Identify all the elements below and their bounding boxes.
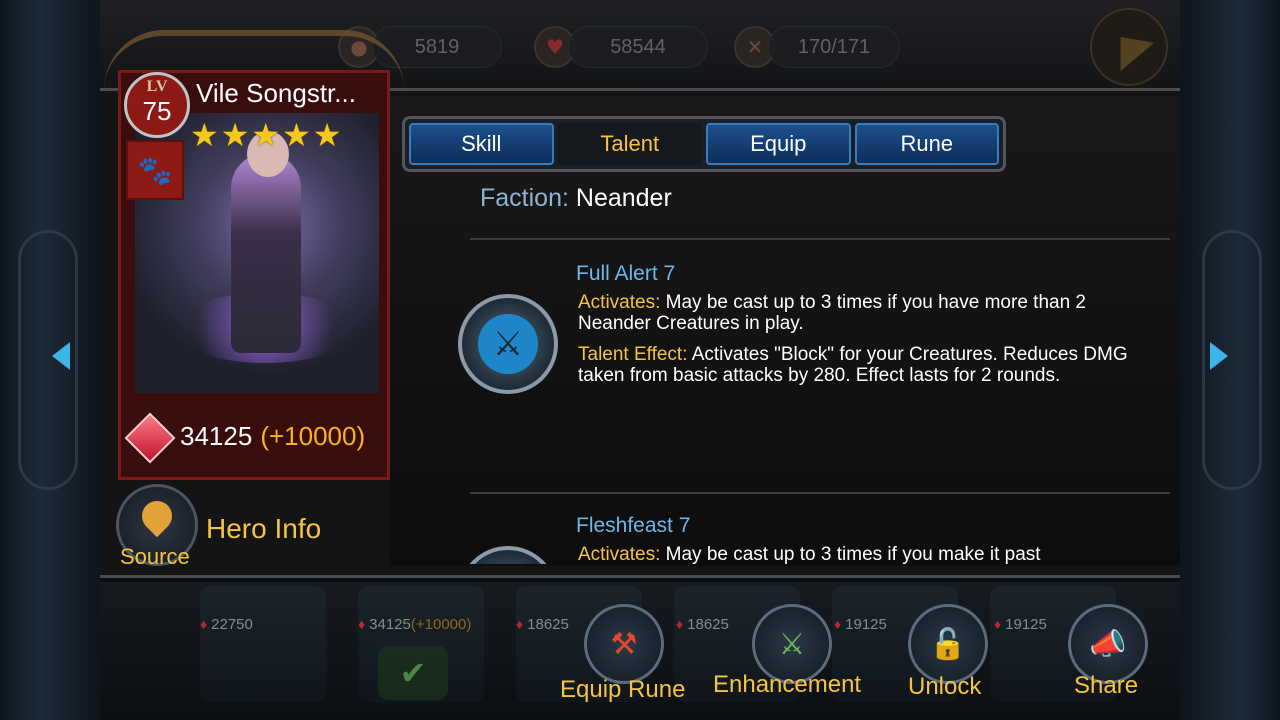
talent-title: Fleshfeast 7	[576, 514, 691, 537]
share-label[interactable]: Share	[1074, 672, 1138, 700]
capacity-stat: 170/171	[768, 26, 900, 68]
gem-icon: ♦	[200, 616, 208, 632]
map-pin-icon	[135, 494, 179, 538]
level-badge: LV 75	[124, 72, 190, 138]
hero-name: Vile Songstr...	[196, 78, 356, 108]
right-frame	[1180, 0, 1280, 720]
slot-power: ♦ 22750	[200, 616, 253, 633]
power-value: 34125	[180, 420, 253, 451]
prev-hero-arrow-icon[interactable]	[52, 342, 70, 370]
divider	[470, 492, 1170, 494]
gem-icon: ♦	[834, 616, 842, 632]
hammer-icon: ⚒	[610, 626, 638, 662]
gem-icon	[128, 418, 172, 454]
star-icon: ★	[251, 116, 281, 154]
talent-title: Full Alert 7	[576, 262, 676, 285]
talent-activates: Activates: May be cast up to 3 times if …	[578, 292, 1086, 334]
tab-rune[interactable]: Rune	[854, 123, 999, 165]
next-hero-arrow-icon[interactable]	[1210, 342, 1228, 370]
slot-power: ♦ 19125	[994, 616, 1047, 633]
slot-power: ♦ 34125(+10000)	[358, 616, 472, 633]
tab-talent[interactable]: Talent	[557, 123, 702, 165]
back-button[interactable]	[1090, 8, 1168, 86]
checkmark-icon: ✔	[378, 646, 448, 700]
equip-rune-label[interactable]: Equip Rune	[560, 676, 685, 704]
back-arrow-icon	[1103, 22, 1155, 72]
level-label: LV	[146, 78, 168, 95]
paw-icon: 🐾	[126, 140, 184, 200]
hp-stat: 58544	[568, 26, 708, 68]
shield-sword-icon: ⚔	[458, 294, 558, 394]
padlock-icon: 🔓	[929, 626, 967, 662]
slot-power: ♦ 18625	[676, 616, 729, 633]
faction-key: Faction:	[480, 184, 569, 212]
hero-power: 34125 (+10000)	[128, 418, 365, 454]
slot-power: ♦ 18625	[516, 616, 569, 633]
hero-slot[interactable]	[200, 586, 326, 702]
power-bonus: (+10000)	[260, 420, 366, 451]
star-icon: ★	[190, 116, 219, 154]
level-value: 75	[142, 96, 172, 126]
tab-skill[interactable]: Skill	[409, 123, 554, 165]
talent-entry: ⚔ Full Alert 7 Activates: May be cast up…	[456, 262, 1176, 492]
enhance-hammer-icon: ⚔	[778, 626, 806, 662]
talent-clip: Fleshfeast 7 Activates: May be cast up t…	[390, 500, 1180, 564]
talent-entry: Fleshfeast 7 Activates: May be cast up t…	[456, 514, 1176, 564]
source-label[interactable]: Source	[120, 544, 190, 570]
enhancement-label[interactable]: Enhancement	[713, 671, 861, 699]
star-icon: ★	[282, 116, 311, 154]
hero-info-button[interactable]: Hero Info	[206, 513, 321, 545]
gem-icon: ♦	[676, 616, 684, 632]
tab-bar: Skill Talent Equip Rune	[402, 116, 1006, 172]
talent-activates: Activates: May be cast up to 3 times if …	[578, 544, 1041, 564]
megaphone-icon: 📣	[1089, 626, 1127, 662]
gem-icon: ♦	[994, 616, 1002, 632]
tab-equip[interactable]: Equip	[706, 123, 851, 165]
left-frame	[0, 0, 100, 720]
unlock-label[interactable]: Unlock	[908, 673, 981, 701]
faction-value: Neander	[575, 184, 672, 212]
gem-icon: ♦	[516, 616, 524, 632]
slot-power: ♦ 19125	[834, 616, 887, 633]
star-rating: ★ ★ ★ ★ ★	[190, 118, 341, 152]
gem-icon: ♦	[358, 616, 366, 632]
equip-rune-button[interactable]: ⚒	[584, 604, 664, 684]
star-icon: ★	[220, 116, 250, 154]
faction-line: Faction: Neander	[480, 184, 672, 213]
unlock-button[interactable]: 🔓	[908, 604, 988, 684]
talent-icon	[458, 546, 558, 564]
star-icon: ★	[312, 116, 342, 154]
divider	[470, 238, 1170, 240]
talent-effect: Talent Effect: Activates "Block" for you…	[578, 344, 1128, 386]
